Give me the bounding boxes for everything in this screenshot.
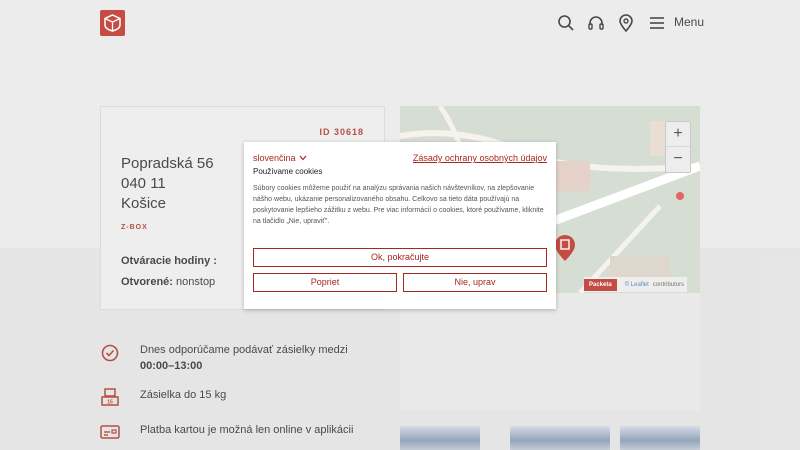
cookie-body: Súbory cookies môžeme použiť na analýzu … [253,185,544,225]
chevron-down-icon [299,155,306,161]
cookie-dialog: slovenčina Zásady ochrany osobných údajo… [244,142,556,309]
accept-cookies-button[interactable]: Ok, pokračujte [253,248,547,267]
cookie-title: Používame cookies [253,167,323,176]
deny-cookies-button[interactable]: Popriet [253,273,397,292]
language-select[interactable]: slovenčina [253,153,307,163]
privacy-policy-link[interactable]: Zásady ochrany osobných údajov [413,153,547,163]
adjust-cookies-button[interactable]: Nie, uprav [403,273,547,292]
language-label: slovenčina [253,153,296,163]
